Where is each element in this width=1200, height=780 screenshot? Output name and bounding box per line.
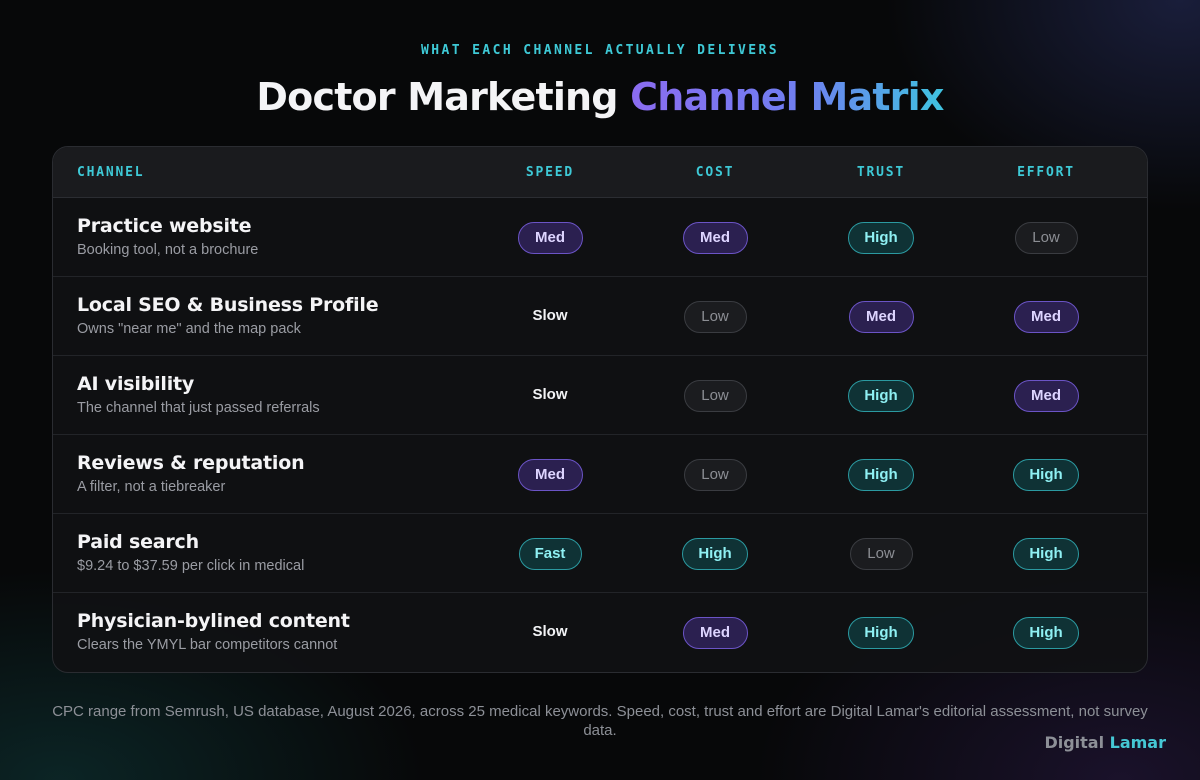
footnote: CPC range from Semrush, US database, Aug… — [52, 703, 1148, 739]
table-row: Reviews & reputation A filter, not a tieb… — [53, 435, 1147, 514]
brand-name-part1: Digital — [1044, 733, 1110, 752]
column-header-trust: TRUST — [856, 165, 906, 180]
trust-rating-badge: High — [848, 459, 914, 491]
trust-rating-badge: High — [848, 617, 914, 649]
speed-rating-badge: Fast — [518, 538, 582, 570]
channel-description: Clears the YMYL bar competitors cannot — [77, 637, 338, 653]
effort-rating-badge: Low — [1014, 222, 1078, 254]
channel-description: A filter, not a tiebreaker — [77, 479, 226, 495]
channel-name: Reviews & reputation — [77, 452, 305, 474]
page-title: Doctor Marketing Channel Matrix — [0, 72, 1200, 122]
effort-rating-badge: High — [1013, 617, 1079, 649]
channel-name: Paid search — [77, 531, 199, 553]
cost-rating-badge: Med — [682, 617, 748, 649]
table-header: CHANNEL SPEED COST TRUST EFFORT — [53, 147, 1147, 198]
trust-rating-badge: High — [848, 380, 914, 412]
column-header-speed: SPEED — [525, 165, 575, 180]
channel-description: The channel that just passed referrals — [77, 400, 320, 416]
column-header-channel: CHANNEL — [77, 165, 145, 180]
cost-rating-badge: Low — [683, 380, 747, 412]
effort-rating-badge: Med — [1013, 301, 1079, 333]
effort-rating-badge: Med — [1013, 380, 1079, 412]
effort-rating-badge: High — [1013, 538, 1079, 570]
table-row: Physician-bylined content Clears the YMYL… — [53, 593, 1147, 672]
table-row: AI visibility The channel that just passe… — [53, 356, 1147, 435]
eyebrow-label: WHAT EACH CHANNEL ACTUALLY DELIVERS — [421, 43, 779, 58]
brand-logo: Digital Lamar — [1044, 733, 1166, 752]
channel-matrix-table: CHANNEL SPEED COST TRUST EFFORT Practice… — [52, 146, 1148, 673]
trust-rating-badge: Med — [848, 301, 914, 333]
title-main: Doctor Marketing — [256, 75, 631, 119]
channel-name: AI visibility — [77, 373, 195, 395]
speed-rating-badge: Med — [517, 222, 583, 254]
title-accent: Channel Matrix — [630, 75, 944, 119]
table-row: Local SEO & Business Profile Owns "near m… — [53, 277, 1147, 356]
cost-rating-badge: Low — [683, 459, 747, 491]
column-header-cost: COST — [695, 165, 735, 180]
cost-rating-badge: Med — [682, 222, 748, 254]
speed-rating-badge: Slow — [532, 623, 568, 640]
channel-name: Physician-bylined content — [77, 610, 350, 632]
speed-rating-badge: Med — [517, 459, 583, 491]
trust-rating-badge: High — [848, 222, 914, 254]
table-body: Practice website Booking tool, not a broc… — [53, 198, 1147, 672]
channel-description: $9.24 to $37.59 per click in medical — [77, 558, 305, 574]
cost-rating-badge: Low — [683, 301, 747, 333]
channel-name: Practice website — [77, 215, 252, 237]
cost-rating-badge: High — [682, 538, 748, 570]
effort-rating-badge: High — [1013, 459, 1079, 491]
trust-rating-badge: Low — [849, 538, 913, 570]
table-row: Paid search $9.24 to $37.59 per click in … — [53, 514, 1147, 593]
brand-name-part2: Lamar — [1109, 733, 1166, 752]
table-row: Practice website Booking tool, not a broc… — [53, 198, 1147, 277]
speed-rating-badge: Slow — [532, 386, 568, 403]
channel-description: Booking tool, not a brochure — [77, 242, 259, 258]
channel-name: Local SEO & Business Profile — [77, 294, 379, 316]
column-header-effort: EFFORT — [1017, 165, 1075, 180]
channel-description: Owns "near me" and the map pack — [77, 321, 301, 337]
speed-rating-badge: Slow — [532, 307, 568, 324]
